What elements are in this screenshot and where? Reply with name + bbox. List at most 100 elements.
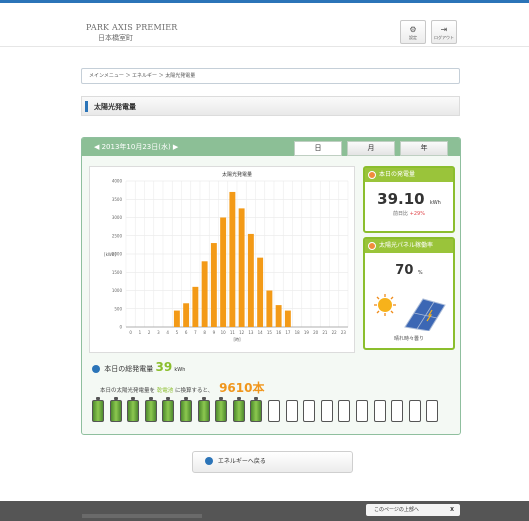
y-tick-label: 3000 xyxy=(112,215,123,220)
x-tick-label: 1 xyxy=(139,330,142,335)
x-tick-label: 12 xyxy=(239,330,245,335)
bar-hour-6 xyxy=(183,303,190,327)
bar-hour-8 xyxy=(201,261,208,327)
x-tick-label: 19 xyxy=(304,330,310,335)
y-tick-label: 0 xyxy=(119,325,122,330)
settings-label: 設定 xyxy=(409,35,417,40)
battery-cell-filled xyxy=(144,397,157,422)
x-axis-label: [時] xyxy=(233,336,241,342)
compare-value: +29% xyxy=(409,211,425,217)
logout-icon: ⇥ xyxy=(440,25,448,34)
x-tick-label: 9 xyxy=(213,330,216,335)
efficiency-title: 太陽光パネル稼働率 xyxy=(379,242,434,249)
y-tick-label: 2500 xyxy=(112,233,123,238)
x-tick-label: 21 xyxy=(322,330,328,335)
weather-text: 晴れ時々曇り xyxy=(393,336,424,342)
conversion-suffix: に換算すると、 xyxy=(175,388,214,394)
battery-cell-filled xyxy=(127,397,140,422)
brand-logo[interactable]: PARK AXIS PREMIER 日本橋室町 xyxy=(86,23,178,43)
x-tick-label: 0 xyxy=(129,330,132,335)
x-tick-label: 11 xyxy=(230,330,236,335)
x-tick-label: 7 xyxy=(194,330,197,335)
bar-hour-12 xyxy=(238,208,245,327)
efficiency-value-row: 70 % xyxy=(365,263,453,278)
battery-word: 乾電池 xyxy=(156,388,174,394)
bar-hour-17 xyxy=(284,310,291,327)
total-generation: 本日の総発電量 39 kWh xyxy=(92,360,185,374)
efficiency-value: 70 xyxy=(395,263,414,278)
today-generation-title: 本日の発電量 xyxy=(379,171,416,178)
generation-chart: 太陽光発電量 0 500 1000 1500 2000 2500 3000 3500 4000 [k… xyxy=(89,166,355,353)
today-generation-card: 本日の発電量 39.10 kWh 前日比 +29% xyxy=(363,166,455,233)
y-tick-label: 1000 xyxy=(112,288,123,293)
solar-panel: ◀ 2013年10月23日(水) ▶ 日 月 年 太陽光発電量 0 500 1000 1… xyxy=(81,137,461,435)
close-icon[interactable]: X xyxy=(450,504,454,516)
battery-cell-empty xyxy=(408,400,421,422)
footer: このページの上部へ X xyxy=(0,501,529,521)
y-axis-label: [kWh] xyxy=(104,252,116,257)
today-generation-value: 39.10 xyxy=(377,190,425,208)
page-title: 太陽光発電量 xyxy=(94,103,136,111)
battery-cell-filled xyxy=(92,397,104,422)
chart-svg: 太陽光発電量05001000150020002500300035004000[k… xyxy=(104,171,349,342)
tab-year[interactable]: 年 xyxy=(400,141,448,156)
info-dot-icon xyxy=(92,365,100,373)
x-tick-label: 23 xyxy=(341,330,347,335)
battery-cell-empty xyxy=(320,400,333,422)
sun-dot-icon xyxy=(368,242,376,250)
x-tick-label: 4 xyxy=(166,330,169,335)
battery-cell-filled xyxy=(250,397,263,422)
x-tick-label: 22 xyxy=(332,330,338,335)
compare-label: 前日比 xyxy=(393,211,409,217)
battery-cell-empty xyxy=(338,400,351,422)
x-tick-label: 3 xyxy=(157,330,160,335)
bar-hour-9 xyxy=(210,243,217,327)
conversion-prefix: 本日の太陽光発電量を xyxy=(100,388,156,394)
x-tick-label: 13 xyxy=(248,330,254,335)
x-tick-label: 8 xyxy=(203,330,206,335)
bar-hour-5 xyxy=(173,310,180,327)
weather-panel-illustration xyxy=(374,294,446,331)
battery-cell-empty xyxy=(303,400,316,422)
y-tick-label: 3500 xyxy=(112,197,123,202)
battery-cell-filled xyxy=(215,397,228,422)
sun-dot-icon xyxy=(368,171,376,179)
bar-hour-13 xyxy=(247,233,254,327)
bar-hour-15 xyxy=(266,290,273,327)
breadcrumb[interactable]: メインメニュー ＞ エネルギー ＞ 太陽光発電量 xyxy=(81,68,460,84)
logout-button[interactable]: ⇥ ログアウト xyxy=(431,20,457,44)
date-navigator[interactable]: ◀ 2013年10月23日(水) ▶ xyxy=(94,142,178,152)
tab-day[interactable]: 日 xyxy=(294,141,342,156)
battery-cell-filled xyxy=(162,397,175,422)
y-tick-label: 1500 xyxy=(112,270,123,275)
bar-hour-16 xyxy=(275,305,282,327)
total-label: 本日の総発電量 xyxy=(104,365,154,373)
panel-efficiency-card: 太陽光パネル稼働率 70 % 晴れ時々曇り xyxy=(363,237,455,350)
battery-cell-filled xyxy=(109,397,122,422)
x-tick-label: 14 xyxy=(258,330,264,335)
bar-hour-7 xyxy=(192,286,199,327)
x-tick-label: 18 xyxy=(295,330,301,335)
back-to-energy-button[interactable]: エネルギーへ戻る xyxy=(192,451,353,473)
y-tick-label: 4000 xyxy=(112,179,123,184)
tab-month[interactable]: 月 xyxy=(347,141,395,156)
arrow-circle-icon xyxy=(205,456,213,465)
gear-icon: ⚙ xyxy=(409,25,417,34)
efficiency-unit: % xyxy=(417,270,423,276)
settings-button[interactable]: ⚙ 設定 xyxy=(400,20,426,44)
bar-hour-14 xyxy=(257,257,264,327)
page-title-bar: 太陽光発電量 xyxy=(81,96,460,116)
x-tick-label: 20 xyxy=(313,330,319,335)
total-value: 39 xyxy=(155,360,173,374)
battery-cell-empty xyxy=(373,400,386,422)
page-top-button[interactable]: このページの上部へ X xyxy=(366,504,460,516)
efficiency-header: 太陽光パネル稼働率 xyxy=(365,239,453,253)
x-tick-label: 17 xyxy=(285,330,291,335)
battery-cell-empty xyxy=(356,400,368,422)
bar-hour-10 xyxy=(220,217,227,327)
battery-cell-filled xyxy=(232,397,245,422)
y-tick-label: 500 xyxy=(114,306,122,311)
x-tick-label: 15 xyxy=(267,330,273,335)
battery-conversion: 本日の太陽光発電量を 乾電池 に換算すると、 9610本 xyxy=(100,379,264,396)
today-generation-unit: kWh xyxy=(429,200,441,206)
